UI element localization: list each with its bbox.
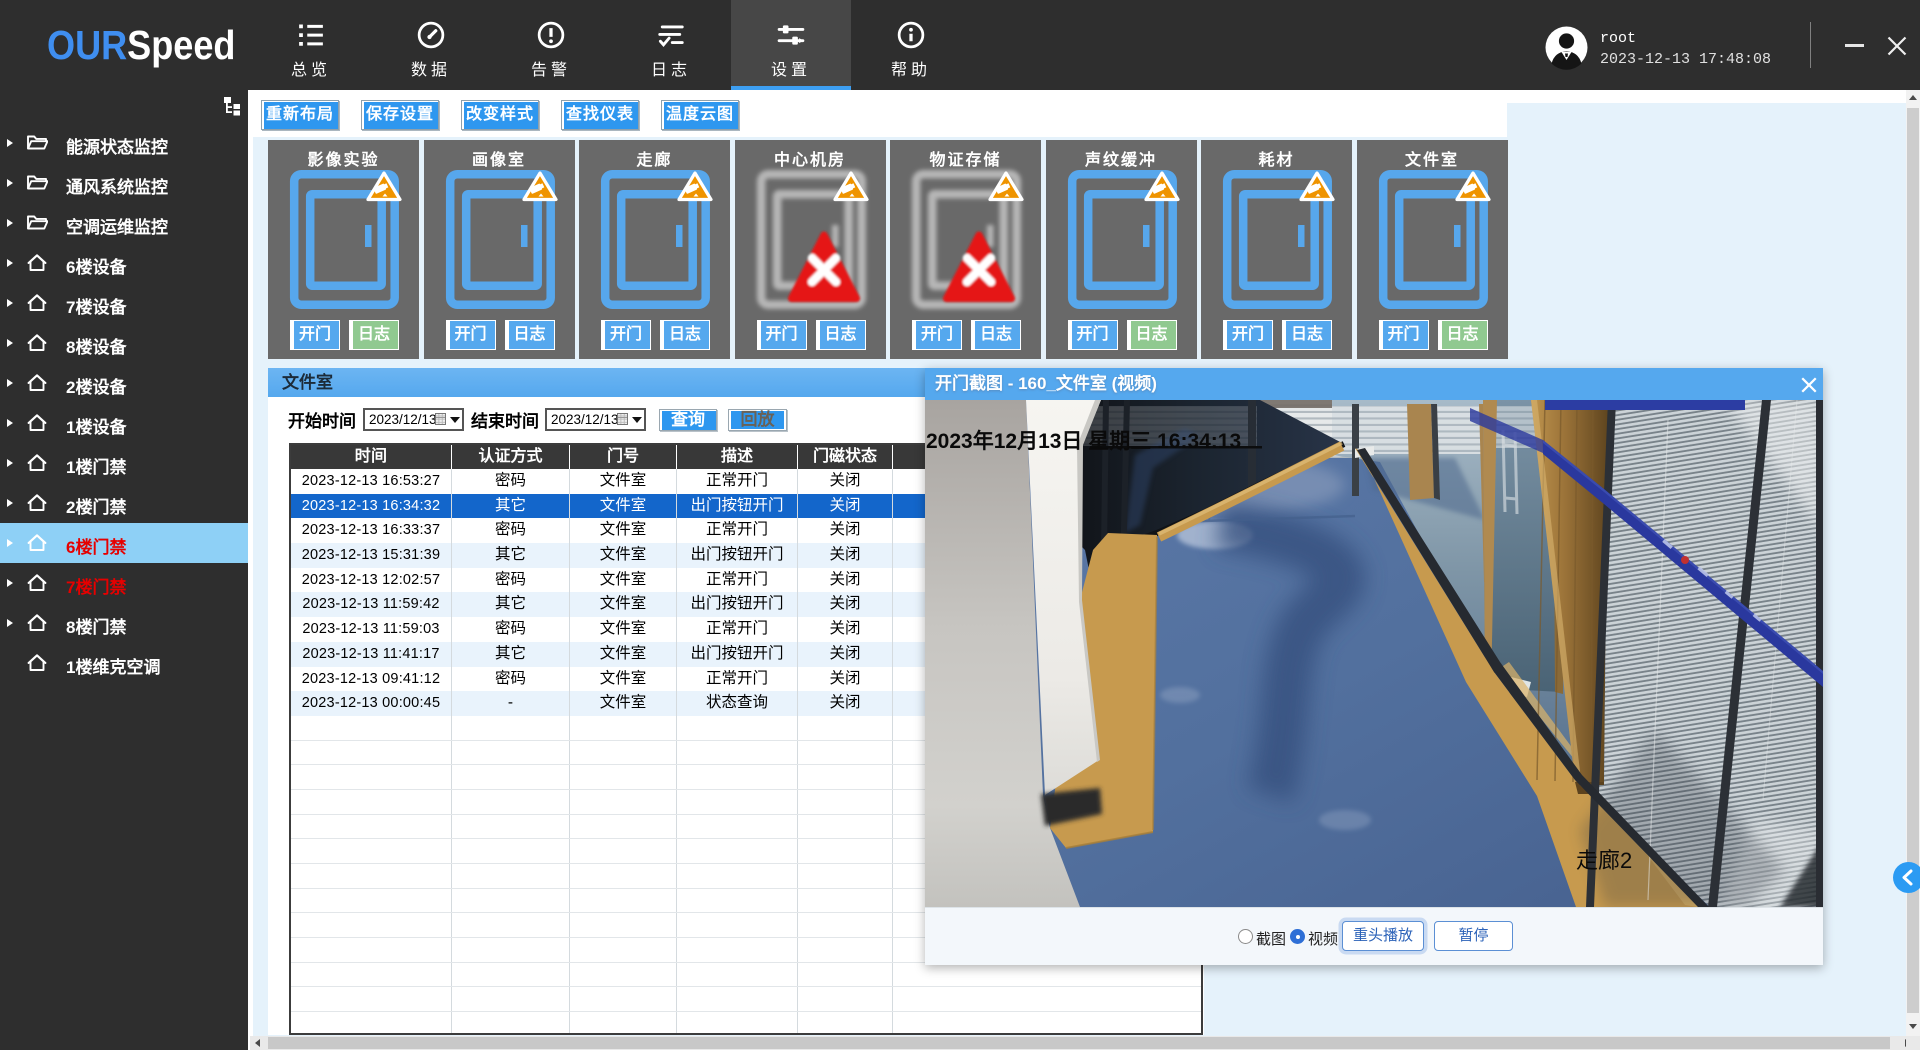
svg-text:走廊2: 走廊2 [1576, 848, 1632, 873]
svg-text:2023年12月13日 星期三 16:34:13: 2023年12月13日 星期三 16:34:13 [926, 429, 1241, 453]
